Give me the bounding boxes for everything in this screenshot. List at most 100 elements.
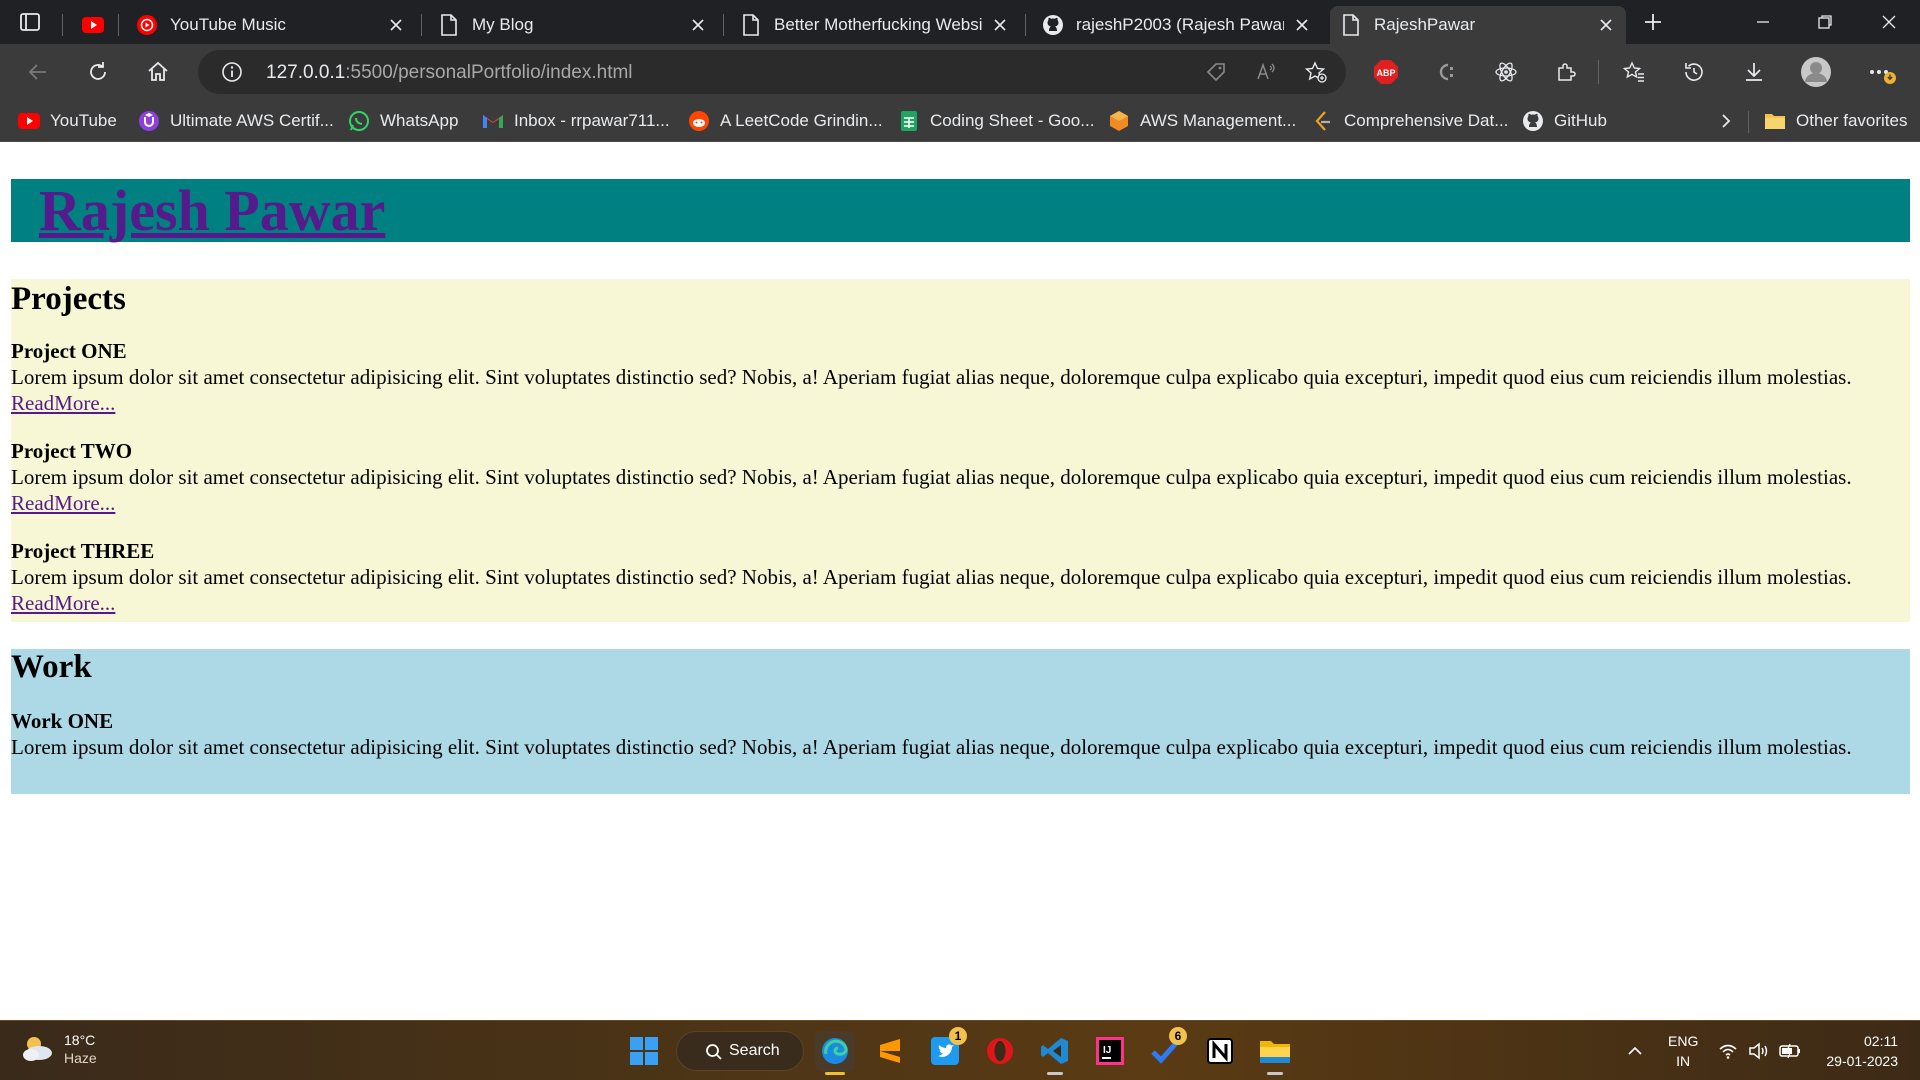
taskbar-opera[interactable]: [980, 1031, 1020, 1071]
new-tab-button[interactable]: [1622, 0, 1684, 44]
close-icon[interactable]: [1596, 15, 1616, 35]
tab-actions-icon[interactable]: [18, 10, 42, 34]
project-description: Lorem ipsum dolor sit amet consectetur a…: [11, 464, 1871, 516]
whatsapp-icon: [348, 110, 370, 132]
tab-title: rajeshP2003 (Rajesh Pawar): [1076, 15, 1284, 34]
projects-section: Projects Project ONE Lorem ipsum dolor s…: [11, 279, 1910, 622]
reddit-icon: [688, 110, 710, 132]
back-button[interactable]: [22, 56, 54, 88]
tab-my-blog[interactable]: My Blog: [428, 6, 718, 44]
tag-icon[interactable]: [1204, 60, 1228, 84]
abp-label: ABP: [1376, 68, 1395, 78]
start-button[interactable]: [624, 1031, 664, 1071]
taskbar-intellij[interactable]: IJ: [1090, 1031, 1130, 1071]
volume-status[interactable]: [1748, 1021, 1770, 1080]
downloads-button[interactable]: [1738, 56, 1770, 88]
running-indicator: [1047, 1072, 1063, 1075]
tab-youtube-pinned[interactable]: [72, 6, 112, 44]
page-icon: [438, 14, 460, 36]
active-indicator: [825, 1072, 845, 1075]
bookmark-label: Coding Sheet - Goo...: [930, 111, 1095, 130]
tab-github-profile[interactable]: rajeshP2003 (Rajesh Pawar): [1032, 6, 1322, 44]
bookmark-coding-sheet[interactable]: Coding Sheet - Goo...: [898, 108, 1094, 134]
github-icon: [1522, 110, 1544, 132]
site-title-link[interactable]: Rajesh Pawar: [39, 177, 385, 244]
bookmark-gmail[interactable]: Inbox - rrpawar711...: [482, 108, 670, 134]
bookmark-comprehensive[interactable]: Comprehensive Dat...: [1312, 108, 1508, 134]
battery-status[interactable]: [1778, 1021, 1802, 1080]
taskbar-twitter[interactable]: 1: [925, 1027, 967, 1071]
read-aloud-icon[interactable]: [1254, 60, 1278, 84]
tab-separator: [62, 14, 63, 36]
close-icon[interactable]: [990, 15, 1010, 35]
bookmarks-overflow-button[interactable]: [1718, 108, 1734, 134]
clock[interactable]: 02:11 29-01-2023: [1826, 1031, 1898, 1071]
close-icon[interactable]: [386, 15, 406, 35]
restore-icon: [1818, 15, 1832, 29]
project-description: Lorem ipsum dolor sit amet consectetur a…: [11, 364, 1871, 416]
tray-overflow-button[interactable]: [1626, 1021, 1644, 1080]
bookmark-label: GitHub: [1554, 111, 1607, 130]
favorites-button[interactable]: [1618, 56, 1650, 88]
taskbar-todo[interactable]: 6: [1145, 1027, 1187, 1071]
taskbar-search[interactable]: Search: [676, 1031, 804, 1071]
weather-condition: Haze: [64, 1050, 97, 1066]
close-icon[interactable]: [688, 15, 708, 35]
settings-menu-button[interactable]: [1866, 56, 1898, 88]
taskbar-edge[interactable]: [815, 1031, 855, 1075]
bookmark-github[interactable]: GitHub: [1522, 108, 1607, 134]
project-text: Lorem ipsum dolor sit amet consectetur a…: [11, 565, 1852, 589]
read-more-link[interactable]: ReadMore...: [11, 591, 115, 615]
read-more-link[interactable]: ReadMore...: [11, 491, 115, 515]
taskbar-sublime[interactable]: [870, 1031, 910, 1071]
taskbar-notion[interactable]: [1200, 1031, 1240, 1071]
history-button[interactable]: [1678, 56, 1710, 88]
language-indicator[interactable]: ENG IN: [1668, 1031, 1698, 1071]
tab-better-website[interactable]: Better Motherfucking Website: [730, 6, 1020, 44]
work-section: Work Work ONE Lorem ipsum dolor sit amet…: [11, 649, 1910, 794]
close-icon[interactable]: [1292, 15, 1312, 35]
home-button[interactable]: [142, 56, 174, 88]
network-status[interactable]: [1718, 1021, 1738, 1080]
add-favorite-icon[interactable]: [1304, 60, 1328, 84]
read-more-link[interactable]: ReadMore...: [11, 391, 115, 415]
react-devtools-button[interactable]: [1490, 56, 1522, 88]
bookmark-label: Comprehensive Dat...: [1344, 111, 1509, 130]
restore-button[interactable]: [1794, 0, 1856, 44]
bookmark-leetcode-reddit[interactable]: A LeetCode Grindin...: [688, 108, 883, 134]
site-info-icon[interactable]: [220, 60, 244, 84]
weather-widget[interactable]: 18°C Haze: [20, 1031, 97, 1067]
taskbar-vscode[interactable]: [1035, 1031, 1075, 1075]
gmail-icon: [482, 110, 504, 132]
github-icon: [1042, 14, 1064, 36]
bookmark-aws-course[interactable]: Ultimate AWS Certif...: [138, 108, 334, 134]
bookmark-label: WhatsApp: [380, 111, 459, 130]
tab-title: Better Motherfucking Website: [774, 15, 982, 34]
address-bar[interactable]: 127.0.0.1:5500/personalPortfolio/index.h…: [198, 50, 1346, 94]
chevron-up-icon: [1628, 1046, 1642, 1055]
extension-button[interactable]: [1430, 56, 1462, 88]
folder-icon: [1764, 110, 1786, 132]
close-window-button[interactable]: [1858, 0, 1920, 44]
other-favorites-folder[interactable]: Other favorites: [1764, 108, 1908, 134]
tab-youtube-music[interactable]: YouTube Music: [126, 6, 416, 44]
tab-separator: [723, 14, 724, 36]
bookmark-whatsapp[interactable]: WhatsApp: [348, 108, 458, 134]
taskbar-file-explorer[interactable]: [1255, 1031, 1295, 1075]
favorites-icon: [1622, 61, 1644, 82]
bookmark-label: AWS Management...: [1140, 111, 1297, 130]
adblock-icon: ABP: [1374, 60, 1398, 84]
speaker-icon: [1749, 1042, 1768, 1060]
bookmark-aws[interactable]: AWS Management...: [1108, 108, 1296, 134]
region-code: IN: [1676, 1053, 1691, 1069]
extensions-button[interactable]: [1550, 56, 1582, 88]
bookmark-youtube[interactable]: YouTube: [18, 108, 117, 134]
tab-rajeshpawar-active[interactable]: RajeshPawar: [1330, 6, 1626, 44]
adblock-extension-button[interactable]: ABP: [1370, 56, 1402, 88]
minimize-button[interactable]: [1732, 0, 1794, 44]
profile-button[interactable]: [1800, 56, 1832, 88]
reload-button[interactable]: [82, 56, 114, 88]
project-item: Project TWO Lorem ipsum dolor sit amet c…: [11, 438, 1871, 516]
page-icon: [1340, 14, 1362, 36]
edge-browser-icon: [822, 1038, 848, 1064]
